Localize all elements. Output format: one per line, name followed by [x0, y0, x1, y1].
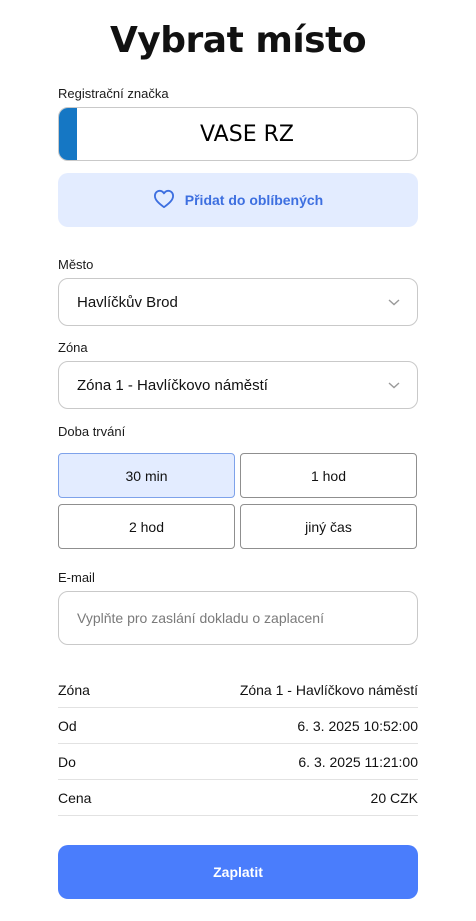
pay-button-label: Zaplatit — [213, 864, 263, 880]
zone-select[interactable]: Zóna 1 - Havlíčkovo náměstí — [58, 361, 418, 409]
summary-key: Cena — [58, 789, 92, 806]
plate-label: Registrační značka — [58, 86, 169, 101]
add-favorite-label: Přidat do oblíbených — [184, 192, 324, 208]
zone-label: Zóna — [58, 340, 88, 355]
plate-value: VASE RZ — [200, 121, 294, 147]
summary-value: 6. 3. 2025 10:52:00 — [297, 717, 418, 734]
chevron-down-icon — [387, 377, 401, 394]
city-label: Město — [58, 257, 94, 272]
page-title: Vybrat místo — [109, 20, 367, 61]
summary-key: Do — [58, 753, 76, 770]
summary-row: Cena 20 CZK — [58, 780, 418, 816]
summary-row: Do 6. 3. 2025 11:21:00 — [58, 744, 418, 780]
duration-option-1h[interactable]: 1 hod — [240, 453, 417, 498]
summary-value: Zóna 1 - Havlíčkovo náměstí — [239, 681, 418, 698]
heart-icon — [153, 189, 175, 212]
duration-option-custom[interactable]: jiný čas — [240, 504, 417, 549]
summary-table: Zóna Zóna 1 - Havlíčkovo náměstí Od 6. 3… — [58, 672, 418, 816]
city-select[interactable]: Havlíčkův Brod — [58, 278, 418, 326]
zone-value: Zóna 1 - Havlíčkovo náměstí — [77, 376, 268, 394]
summary-row: Od 6. 3. 2025 10:52:00 — [58, 708, 418, 744]
duration-option-2h[interactable]: 2 hod — [58, 504, 235, 549]
email-field[interactable]: Vyplňte pro zaslání dokladu o zaplacení — [58, 591, 418, 645]
chevron-down-icon — [387, 294, 401, 311]
summary-key: Od — [58, 717, 77, 734]
add-favorite-button[interactable]: Přidat do oblíbených — [58, 173, 418, 227]
plate-input[interactable]: VASE RZ — [58, 107, 418, 161]
pay-button[interactable]: Zaplatit — [58, 845, 418, 899]
summary-key: Zóna — [58, 681, 90, 698]
email-placeholder: Vyplňte pro zaslání dokladu o zaplacení — [77, 610, 324, 626]
duration-label: Doba trvání — [58, 424, 126, 439]
city-value: Havlíčkův Brod — [77, 293, 178, 311]
summary-value: 20 CZK — [370, 789, 418, 806]
plate-stripe — [59, 108, 77, 160]
summary-value: 6. 3. 2025 11:21:00 — [298, 753, 418, 770]
email-label: E-mail — [58, 570, 95, 585]
duration-option-30min[interactable]: 30 min — [58, 453, 235, 498]
summary-row: Zóna Zóna 1 - Havlíčkovo náměstí — [58, 672, 418, 708]
